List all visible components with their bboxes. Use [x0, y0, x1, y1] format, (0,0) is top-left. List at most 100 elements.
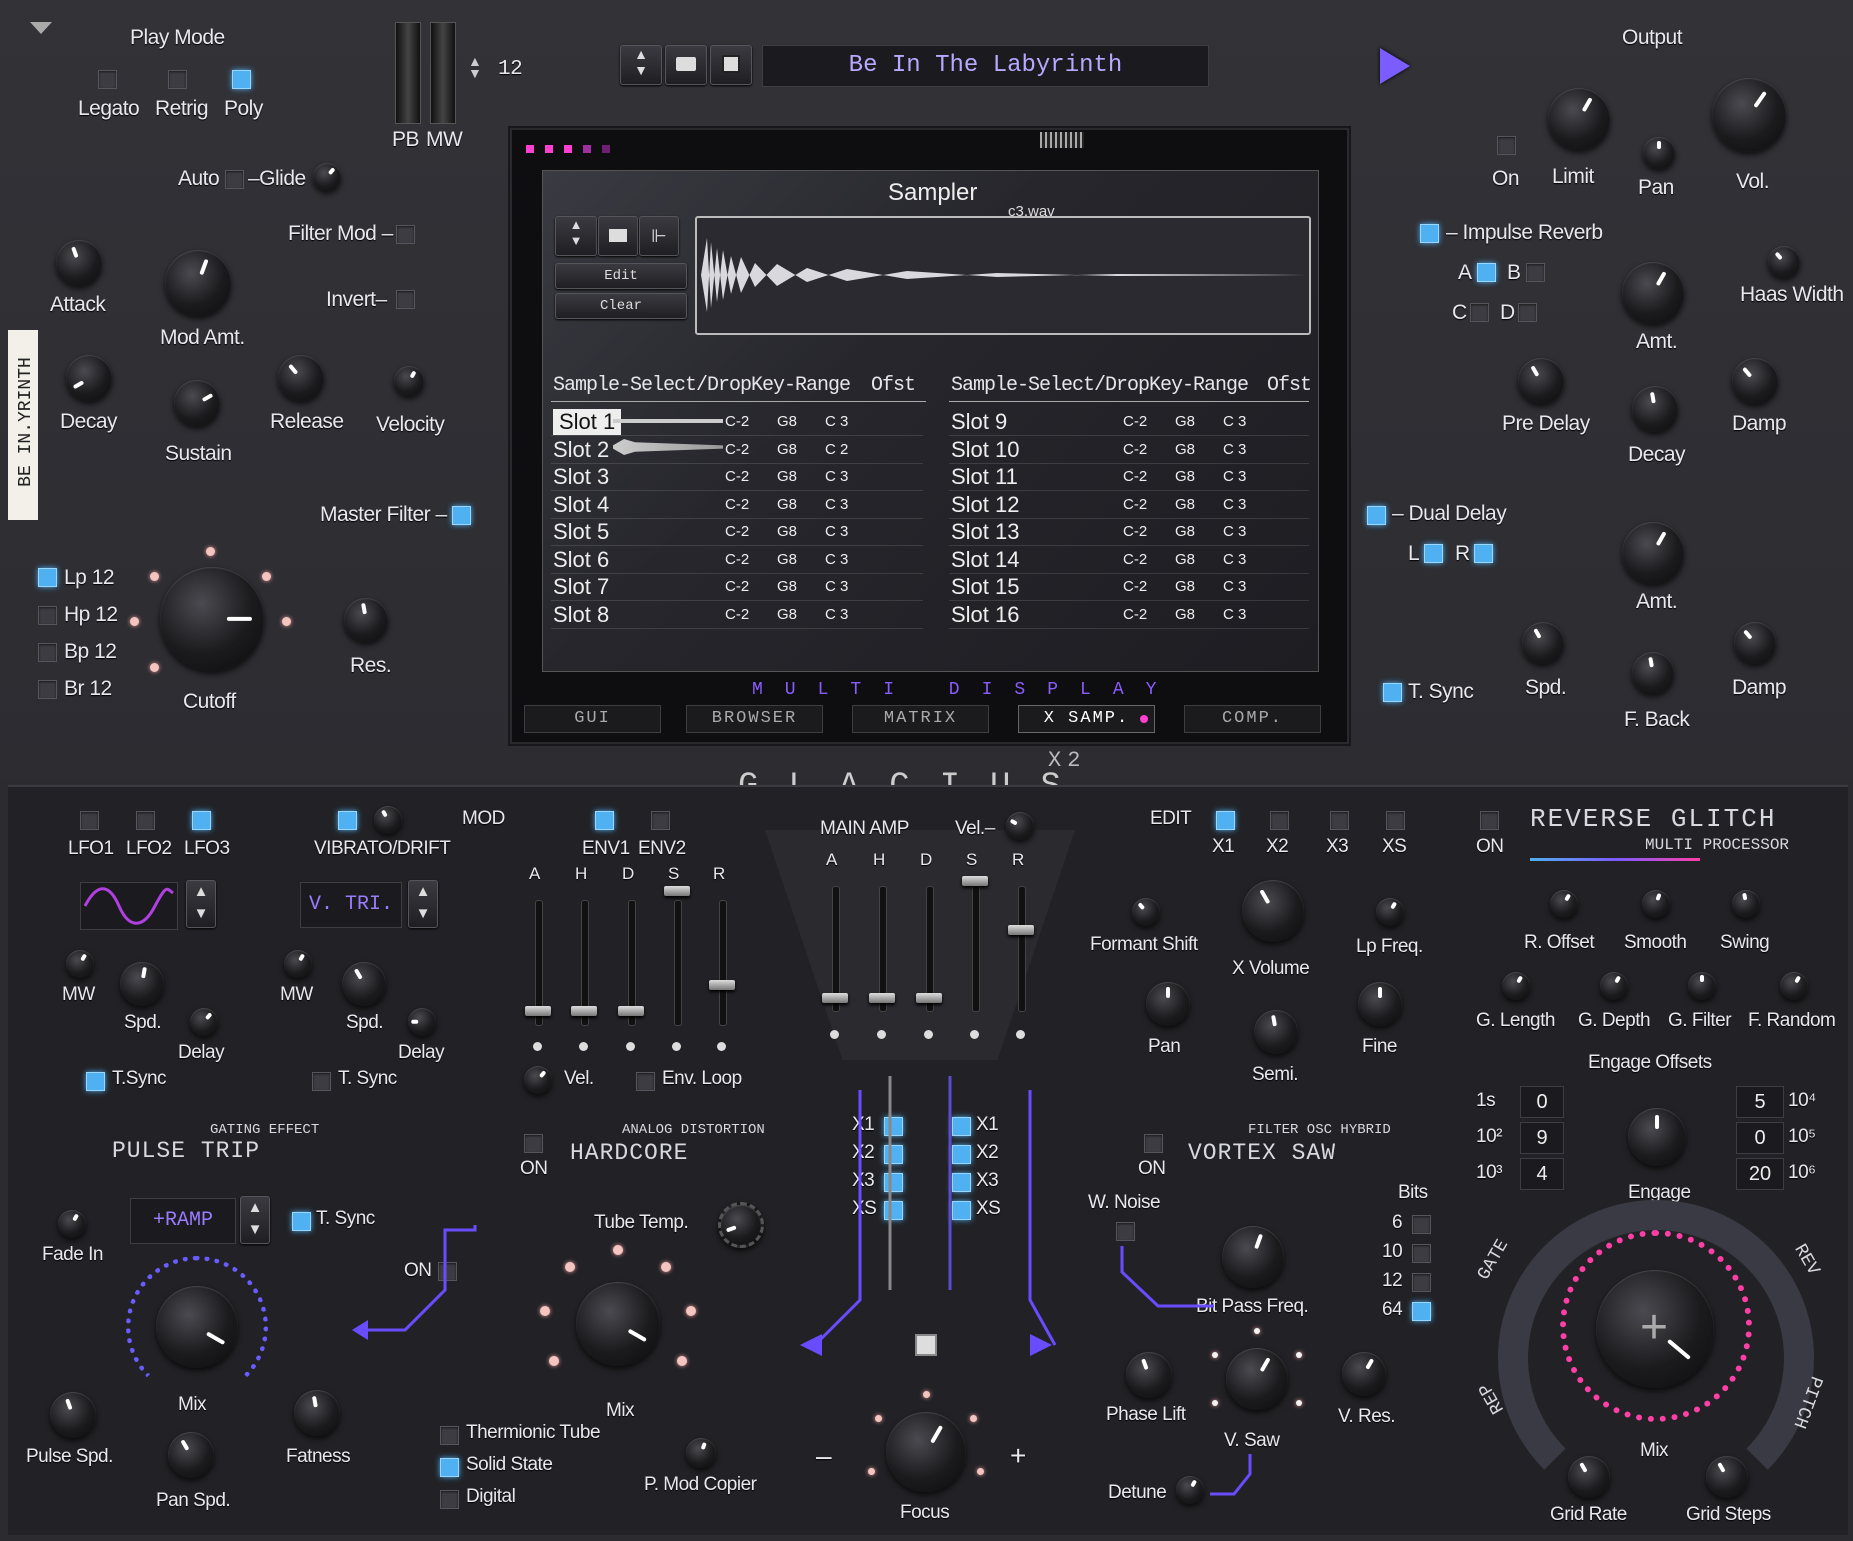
slot-key-low[interactable]: C-2	[725, 606, 749, 623]
edit-x2-checkbox[interactable]	[1270, 811, 1289, 830]
offset-value-right[interactable]: 5	[1736, 1086, 1784, 1118]
edit-x3-checkbox[interactable]	[1330, 811, 1349, 830]
fader-handle[interactable]	[1008, 925, 1034, 935]
slot-name[interactable]: Slot 1	[553, 409, 622, 435]
slot-key-high[interactable]: G8	[1175, 468, 1195, 485]
bits-checkbox[interactable]	[1412, 1215, 1431, 1234]
env-vel-knob[interactable]	[524, 1066, 552, 1094]
slot-offset[interactable]: C 3	[1223, 496, 1246, 513]
lfo1-checkbox[interactable]	[80, 811, 99, 830]
res-knob[interactable]	[344, 598, 388, 642]
slot-key-low[interactable]: C-2	[725, 413, 749, 430]
sample-waveform-view[interactable]	[695, 216, 1311, 335]
g-filter-knob[interactable]	[1688, 972, 1716, 1000]
phase-lift-knob[interactable]	[1126, 1352, 1172, 1398]
delay-damp-knob[interactable]	[1734, 622, 1776, 664]
legato-checkbox[interactable]	[98, 70, 117, 89]
slot-offset[interactable]: C 3	[825, 496, 848, 513]
reverb-a-checkbox[interactable]	[1477, 263, 1496, 282]
cutoff-knob[interactable]	[160, 567, 264, 671]
slot-offset[interactable]: C 3	[825, 413, 848, 430]
bit-pass-freq-knob[interactable]	[1222, 1226, 1284, 1288]
bits-checkbox[interactable]	[1412, 1244, 1431, 1263]
f-random-knob[interactable]	[1780, 972, 1808, 1000]
tab-matrix[interactable]: MATRIX	[852, 705, 989, 733]
slot-key-low[interactable]: C-2	[1123, 551, 1147, 568]
x-volume-knob[interactable]	[1242, 880, 1304, 942]
tab-browser[interactable]: BROWSER	[686, 705, 823, 733]
fader-handle[interactable]	[869, 993, 895, 1003]
tube-temp-knob[interactable]	[718, 1202, 764, 1248]
release-knob[interactable]	[278, 355, 324, 401]
slot-key-low[interactable]: C-2	[1123, 413, 1147, 430]
fader-handle[interactable]	[916, 993, 942, 1003]
slot-key-high[interactable]: G8	[1175, 496, 1195, 513]
lfo-mw-knob[interactable]	[66, 950, 94, 978]
g-length-knob[interactable]	[1502, 972, 1530, 1000]
slot-offset[interactable]: C 3	[1223, 441, 1246, 458]
slot-key-high[interactable]: G8	[777, 496, 797, 513]
vib-spd-knob[interactable]	[342, 962, 386, 1006]
glide-knob[interactable]	[313, 163, 341, 191]
delay-spd-knob[interactable]	[1522, 622, 1564, 664]
slot-key-high[interactable]: G8	[777, 468, 797, 485]
fine-knob[interactable]	[1358, 982, 1402, 1026]
grid-rate-knob[interactable]	[1568, 1456, 1610, 1498]
slot-key-high[interactable]: G8	[1175, 606, 1195, 623]
w-noise-checkbox[interactable]	[1116, 1222, 1135, 1241]
fader-track[interactable]	[1018, 886, 1026, 1012]
slot-key-high[interactable]: G8	[777, 441, 797, 458]
vibrato-checkbox[interactable]	[338, 811, 357, 830]
slot-key-high[interactable]: G8	[777, 578, 797, 595]
delay-amt-knob[interactable]	[1622, 522, 1684, 584]
slot-key-low[interactable]: C-2	[1123, 468, 1147, 485]
slot-key-low[interactable]: C-2	[725, 496, 749, 513]
slot-name[interactable]: Slot 7	[553, 574, 609, 600]
glitch-on-checkbox[interactable]	[1480, 811, 1499, 830]
slot-key-high[interactable]: G8	[777, 523, 797, 540]
sampler-folder-icon[interactable]	[598, 216, 638, 256]
fader-track[interactable]	[972, 886, 980, 1012]
detune-knob[interactable]	[1176, 1476, 1204, 1504]
bits-checkbox[interactable]	[1412, 1273, 1431, 1292]
slot-key-low[interactable]: C-2	[725, 523, 749, 540]
pulse-tsync-checkbox[interactable]	[292, 1212, 311, 1231]
auto-glide-checkbox[interactable]	[225, 170, 244, 189]
display-grip-icon[interactable]	[1040, 132, 1084, 148]
slot-key-high[interactable]: G8	[1175, 551, 1195, 568]
edit-pan-knob[interactable]	[1146, 982, 1190, 1026]
reverb-c-checkbox[interactable]	[1470, 303, 1489, 322]
sampler-edit-button[interactable]: Edit	[555, 263, 687, 289]
slot-offset[interactable]: C 3	[825, 606, 848, 623]
offset-value-left[interactable]: 4	[1520, 1158, 1564, 1190]
lfo2-checkbox[interactable]	[136, 811, 155, 830]
fade-in-knob[interactable]	[58, 1210, 86, 1238]
offset-value-right[interactable]: 20	[1736, 1158, 1784, 1190]
slot-offset[interactable]: C 3	[825, 523, 848, 540]
offset-value-left[interactable]: 9	[1520, 1122, 1564, 1154]
swing-knob[interactable]	[1732, 890, 1760, 918]
preset-updown-button[interactable]: ▲ ▼	[620, 45, 662, 85]
pulse-ramp-display[interactable]: +RAMP	[130, 1198, 236, 1244]
mod-amt-knob[interactable]	[165, 250, 231, 316]
p-mod-copier-knob[interactable]	[686, 1438, 716, 1468]
velocity-knob[interactable]	[394, 366, 424, 396]
sustain-knob[interactable]	[174, 380, 220, 426]
sampler-updown-button[interactable]: ▲ ▼	[555, 216, 597, 256]
digital-checkbox[interactable]	[440, 1490, 459, 1509]
fader-handle[interactable]	[571, 1006, 597, 1016]
vibrato-shape-stepper[interactable]: ▲ ▼	[408, 880, 438, 928]
formant-shift-knob[interactable]	[1132, 898, 1160, 926]
fader-handle[interactable]	[822, 993, 848, 1003]
bits-checkbox[interactable]	[1412, 1302, 1431, 1321]
offset-value-right[interactable]: 0	[1736, 1122, 1784, 1154]
slot-key-high[interactable]: G8	[1175, 523, 1195, 540]
vol-knob[interactable]	[1712, 78, 1786, 152]
slot-key-high[interactable]: G8	[1175, 441, 1195, 458]
reverb-damp-knob[interactable]	[1732, 358, 1778, 404]
engage-knob[interactable]	[1628, 1108, 1686, 1166]
lfo-shape-stepper[interactable]: ▲ ▼	[186, 880, 216, 928]
slot-key-low[interactable]: C-2	[725, 468, 749, 485]
lp-freq-knob[interactable]	[1376, 898, 1404, 926]
preset-name-display[interactable]: Be In The Labyrinth	[762, 45, 1209, 87]
